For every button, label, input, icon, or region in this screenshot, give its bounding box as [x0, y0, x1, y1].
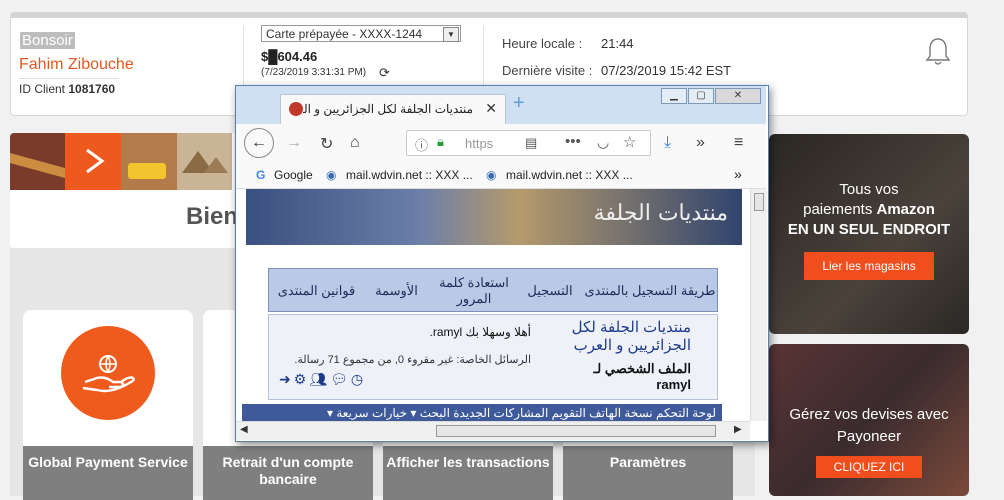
service-card-global-payment[interactable]: Global Payment Service [23, 310, 193, 500]
nav-recover-password[interactable]: استعادة كلمة المرور [429, 269, 519, 313]
local-time-label: Heure locale : [502, 36, 583, 51]
forward-arrow-icon[interactable]: → [286, 134, 302, 152]
click-here-button[interactable]: CLIQUEZ ICI [815, 456, 923, 478]
service-label: Global Payment Service [23, 446, 193, 500]
vertical-scrollbar[interactable] [750, 189, 767, 421]
ad-text: Tous vos [839, 181, 899, 198]
nav-register[interactable]: التسجيل [519, 269, 581, 313]
ad-text-brand: Amazon [876, 201, 935, 218]
nav-badges[interactable]: الأوسمة [364, 269, 429, 313]
menu-icon[interactable]: ≡ [734, 134, 743, 152]
divider [19, 78, 119, 79]
overflow-chevron-icon[interactable]: » [696, 134, 705, 152]
logout-icon[interactable]: ➜ [279, 371, 294, 387]
client-id: ID Client 1081760 [19, 82, 115, 96]
home-icon[interactable]: ⌂ [350, 134, 360, 152]
browser-toolbar: ← → ↻ ⌂ ⓘ 🔒︎ https ▤ ••• ◡ ☆ ⤓ » ≡ [236, 124, 766, 164]
site-favicon-icon [289, 102, 303, 116]
last-visit-label: Dernière visite : [502, 63, 593, 78]
hand-globe-icon [61, 326, 155, 420]
service-label: Afficher les transactions [383, 446, 553, 500]
url-bar[interactable]: ⓘ 🔒︎ https ▤ ••• ◡ ☆ [406, 130, 651, 156]
ad-text: Gérez vos devises avec [789, 406, 949, 423]
card-select-value: Carte prépayée - XXXX-1244 [266, 27, 423, 41]
profile-label[interactable]: الملف الشخصي لـ [593, 361, 691, 377]
welcome-heading: Bien [186, 203, 239, 230]
local-time: 21:44 [601, 36, 634, 51]
chevron-down-icon[interactable]: ▼ [443, 27, 459, 42]
bookmark-mail-2[interactable]: mail.wdvin.net :: XXX ... [506, 168, 633, 182]
nav-registration-guide[interactable]: طريقة التسجيل بالمنتدى [581, 269, 719, 313]
clock-icon[interactable]: ◷ [351, 371, 366, 387]
greeting: Bonsoir [20, 32, 75, 49]
client-id-label: ID Client [19, 82, 66, 96]
maximize-icon[interactable]: ▢ [688, 88, 714, 104]
bookmark-mail-1[interactable]: mail.wdvin.net :: XXX ... [346, 168, 473, 182]
browser-titlebar[interactable]: منتديات الجلفة لكل الجزائريين و العرب ✕ … [236, 86, 766, 124]
pocket-icon[interactable]: ◡ [597, 134, 609, 151]
bookmark-google[interactable]: Google [274, 168, 313, 182]
reader-view-icon[interactable]: ▤ [525, 135, 537, 151]
new-tab-icon[interactable]: + [513, 92, 525, 115]
browser-tab[interactable]: منتديات الجلفة لكل الجزائريين و العرب ✕ [280, 94, 506, 124]
refresh-icon[interactable]: ⟳ [379, 65, 390, 81]
ad-text: EN UN SEUL ENDROIT [787, 221, 951, 238]
last-visit: 07/23/2019 15:42 EST [601, 63, 732, 78]
account-holder-name[interactable]: Fahim Zibouche [19, 56, 134, 74]
back-arrow-icon[interactable]: ← [244, 128, 274, 158]
forum-logo: منتديات الجلفة [593, 201, 728, 226]
add-user-icon[interactable]: 👥︎ [309, 371, 330, 387]
ad-text: paiements Amazon [769, 200, 969, 220]
browser-window[interactable]: منتديات الجلفة لكل الجزائريين و العرب ✕ … [235, 85, 769, 442]
lock-icon: 🔒︎ [437, 134, 444, 149]
scroll-thumb[interactable] [754, 193, 764, 211]
more-actions-icon[interactable]: ••• [565, 133, 581, 150]
service-label: Paramètres [563, 446, 733, 500]
globe-icon: ◉ [486, 168, 497, 182]
bell-icon[interactable] [925, 36, 951, 66]
url-text: https [465, 136, 494, 151]
forum-navbar: طريقة التسجيل بالمنتدى التسجيل استعادة ك… [268, 268, 718, 312]
chat-icon[interactable]: 💬︎ [330, 371, 351, 387]
bookmarks-bar: G Google ◉ mail.wdvin.net :: XXX ... ◉ m… [236, 164, 766, 189]
close-window-icon[interactable]: ✕ [715, 88, 761, 104]
amazon-ad[interactable]: Tous vos paiements Amazon EN UN SEUL END… [769, 134, 969, 334]
forum-bottom-nav[interactable]: لوحة التحكم نسخة الهاتف التقويم المشاركا… [242, 404, 722, 421]
service-label: Retrait d'un compte bancaire [203, 446, 373, 500]
balance: $█604.46 [261, 49, 318, 64]
download-icon[interactable]: ⤓ [664, 134, 671, 152]
user-panel: منتديات الجلفة لكل الجزائريين و العرب ال… [268, 314, 718, 400]
banner-image [10, 133, 232, 190]
forum-header-image: منتديات الجلفة [246, 189, 742, 245]
balance-timestamp: (7/23/2019 3:31:31 PM) [261, 67, 367, 78]
user-action-icons: ➜⚙👥︎💬︎◷ [279, 371, 366, 388]
horizontal-scrollbar[interactable]: ◀ ▶ [236, 421, 750, 440]
client-id-value: 1081760 [68, 82, 116, 96]
private-messages-status[interactable]: الرسائل الخاصة: غير مقروء 0, من مجموع 71… [294, 353, 531, 366]
username[interactable]: ramyl [656, 377, 691, 392]
welcome-message: أهلا وسهلا بك ramyl. [429, 325, 531, 339]
overflow-chevron-icon[interactable]: » [734, 166, 742, 182]
google-icon: G [256, 168, 266, 182]
ad-text: Payoneer [836, 428, 902, 445]
card-select[interactable]: Carte prépayée - XXXX-1244 ▼ [261, 25, 461, 42]
scroll-thumb[interactable] [436, 425, 716, 437]
page-content: منتديات الجلفة طريقة التسجيل بالمنتدى ال… [236, 189, 750, 421]
close-tab-icon[interactable]: ✕ [485, 100, 497, 117]
link-stores-button[interactable]: Lier les magasins [804, 252, 934, 280]
tab-title: منتديات الجلفة لكل الجزائريين و العرب [303, 102, 473, 116]
payoneer-ad[interactable]: Gérez vos devises avec Payoneer CLIQUEZ … [769, 344, 969, 496]
scroll-right-icon[interactable]: ▶ [734, 424, 742, 435]
settings-icon[interactable]: ⚙ [294, 371, 310, 387]
globe-icon: ◉ [326, 168, 337, 182]
forum-name[interactable]: منتديات الجلفة لكل الجزائريين و العرب [531, 319, 691, 355]
reload-icon[interactable]: ↻ [320, 134, 333, 154]
minimize-icon[interactable]: ▁ [661, 88, 687, 104]
nav-forum-rules[interactable]: قوانين المنتدى [269, 269, 364, 313]
ad-text: paiements [803, 201, 873, 218]
info-icon[interactable]: ⓘ [415, 135, 428, 154]
bookmark-star-icon[interactable]: ☆ [623, 133, 636, 151]
scroll-left-icon[interactable]: ◀ [240, 424, 248, 435]
